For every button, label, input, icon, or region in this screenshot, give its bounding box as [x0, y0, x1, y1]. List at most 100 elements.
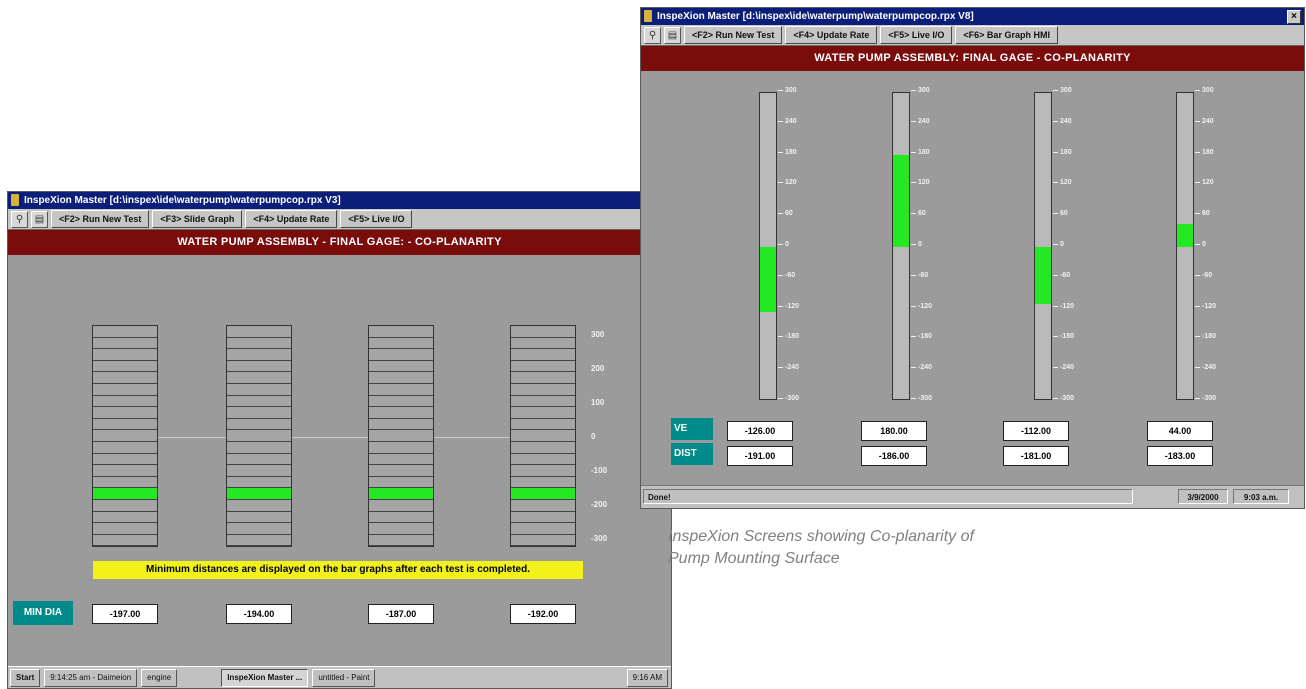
segment: [511, 430, 575, 442]
dist-value-4: -183.00: [1147, 446, 1213, 466]
gauge-tick-label: 300: [1053, 87, 1072, 94]
gauge-fill-2: [893, 154, 909, 247]
gauge-tick-label: -120: [1195, 303, 1216, 310]
min-dia-value-1: -197.00: [92, 604, 158, 624]
taskbar-item-engine[interactable]: engine: [141, 668, 178, 687]
segment: [93, 396, 157, 408]
gauge-tick-label: -60: [1053, 272, 1070, 279]
segment: [227, 430, 291, 442]
gauge-tick-label: -300: [1053, 395, 1074, 402]
segment: [93, 419, 157, 431]
gauge-tick-label: 120: [911, 179, 930, 186]
gauge-tick-label: 240: [778, 118, 797, 125]
gauge-tick-label: 300: [911, 87, 930, 94]
segment: [227, 338, 291, 350]
gauge-tick-label: 180: [1053, 149, 1072, 156]
segment: [369, 407, 433, 419]
gauge-tick-label: 300: [1195, 87, 1214, 94]
gauge-tick-label: -180: [1195, 333, 1216, 340]
start-button[interactable]: Start: [10, 668, 41, 687]
ve-value-1: -126.00: [727, 421, 793, 441]
status-time: 9:03 a.m.: [1233, 489, 1289, 504]
segment: [227, 454, 291, 466]
segment: [93, 477, 157, 489]
segment: [511, 384, 575, 396]
segment: [227, 500, 291, 512]
segment: [511, 512, 575, 524]
segment: [511, 454, 575, 466]
info-note: Minimum distances are displayed on the b…: [93, 561, 583, 579]
segment: [369, 349, 433, 361]
scale-tick-label: -200: [591, 500, 608, 509]
min-dia-value-2: -194.00: [226, 604, 292, 624]
gauge-tick-label: 60: [1195, 210, 1210, 217]
min-dia-value-4: -192.00: [510, 604, 576, 624]
ve-label: VE: [671, 418, 713, 440]
segment: [93, 384, 157, 396]
taskbar-item-inspexion[interactable]: InspeXion Master ...: [221, 668, 309, 687]
segment: [369, 465, 433, 477]
dist-value-2: -186.00: [861, 446, 927, 466]
gauge-tick-label: -240: [1195, 364, 1216, 371]
segment: [369, 454, 433, 466]
dist-value-3: -181.00: [1003, 446, 1069, 466]
gauge-fill-4: [1177, 224, 1193, 247]
gauge-bar-3: [1034, 92, 1052, 400]
zero-line: [92, 437, 576, 438]
segment: [511, 372, 575, 384]
ve-value-4: 44.00: [1147, 421, 1213, 441]
segment: [369, 500, 433, 512]
segment: [93, 500, 157, 512]
gauge-tick-label: 240: [911, 118, 930, 125]
segment: [511, 407, 575, 419]
scale-tick-label: -100: [591, 466, 608, 475]
segment: [369, 326, 433, 338]
segment: [93, 512, 157, 524]
segment: [369, 396, 433, 408]
gauge-tick-label: -240: [778, 364, 799, 371]
segment: [511, 535, 575, 547]
segment: [227, 442, 291, 454]
segment: [227, 523, 291, 535]
segment: [93, 535, 157, 547]
segment: [511, 477, 575, 489]
segment: [511, 419, 575, 431]
gauge-tick-label: 180: [911, 149, 930, 156]
taskbar-item-daimeion[interactable]: 9:14:25 am - Daimeion: [44, 668, 138, 687]
gauge-tick-label: 0: [778, 241, 789, 248]
gauge-fill-3: [1035, 247, 1051, 305]
gauge-tick-label: 0: [1195, 241, 1206, 248]
segment-bar-3: [368, 325, 434, 548]
segment: [511, 500, 575, 512]
segment: [227, 396, 291, 408]
windows-taskbar: Start 9:14:25 am - Daimeion engine Inspe…: [8, 666, 671, 688]
segment: [227, 361, 291, 373]
segment-indicator: [93, 488, 157, 500]
segment-indicator: [511, 488, 575, 500]
segment: [227, 477, 291, 489]
gauge-tick-label: -60: [1195, 272, 1212, 279]
gauge-tick-label: 180: [1195, 149, 1214, 156]
segment: [511, 361, 575, 373]
taskbar-item-paint[interactable]: untitled - Paint: [312, 668, 376, 687]
gauge-tick-label: 0: [1053, 241, 1064, 248]
status-bar: Done! 3/9/2000 9:03 a.m.: [641, 485, 1304, 508]
gauge-tick-label: -60: [911, 272, 928, 279]
min-dia-label: MIN DIA: [13, 601, 73, 625]
gauge-tick-label: 300: [778, 87, 797, 94]
segment: [227, 407, 291, 419]
segment: [93, 349, 157, 361]
ve-value-3: -112.00: [1003, 421, 1069, 441]
segment: [93, 430, 157, 442]
segment-bar-4: [510, 325, 576, 548]
gauge-tick-label: -180: [911, 333, 932, 340]
segment: [93, 442, 157, 454]
figure-caption: InspeXion Screens showing Co-planarity o…: [668, 528, 974, 567]
segment-indicator: [227, 488, 291, 500]
segment: [93, 523, 157, 535]
segment: [511, 349, 575, 361]
segment: [93, 465, 157, 477]
gauge-bar-1: [759, 92, 777, 400]
segment: [227, 372, 291, 384]
status-text: Done!: [643, 489, 1133, 504]
